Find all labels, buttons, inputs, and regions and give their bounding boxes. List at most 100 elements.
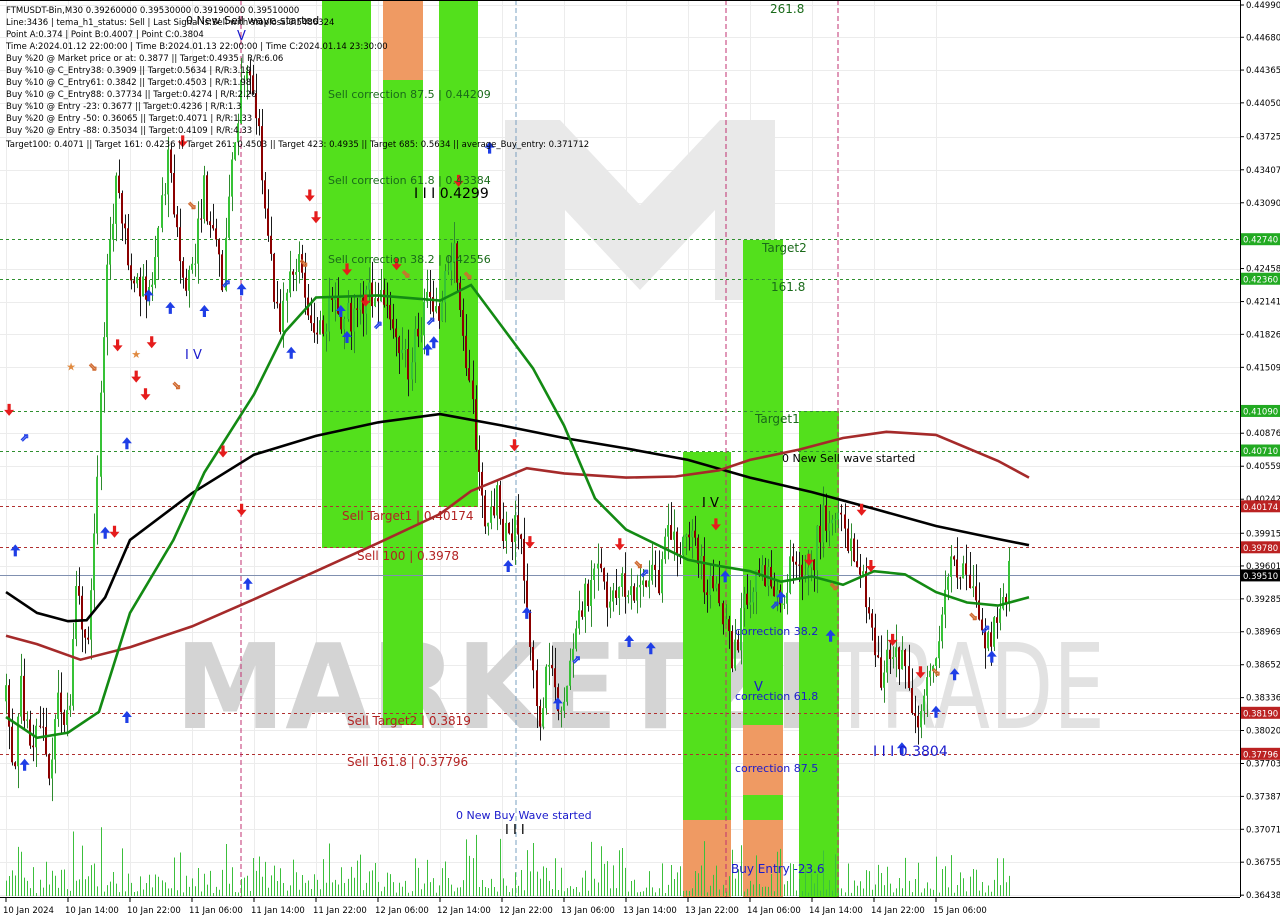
candle-body — [356, 308, 358, 310]
candle-body — [167, 149, 169, 195]
x-tick-label: 13 Jan 06:00 — [561, 906, 615, 916]
candle-body — [100, 392, 102, 477]
candle-body — [493, 506, 495, 516]
candle-body — [941, 614, 943, 642]
candle-body — [468, 368, 470, 381]
candle-body — [911, 688, 913, 714]
candle-body — [395, 328, 397, 338]
candle-body — [54, 719, 56, 760]
candle-body — [325, 331, 327, 334]
candle-body — [712, 575, 714, 589]
candle-body — [880, 657, 882, 688]
price-tag-label: 0.39780 — [1243, 544, 1278, 554]
y-tick-label: 0.38336 — [1246, 694, 1280, 704]
candle-body — [539, 706, 541, 727]
x-tick-label: 10 Jan 14:00 — [65, 906, 119, 916]
candle-body — [472, 380, 474, 400]
x-tick-label: 14 Jan 22:00 — [871, 906, 925, 916]
candle-body — [72, 639, 74, 706]
candle-body — [651, 564, 653, 581]
candle-body — [1005, 597, 1007, 603]
candle-body — [868, 607, 870, 614]
candle-body — [51, 759, 53, 779]
candle-body — [898, 647, 900, 670]
candle-body — [310, 315, 312, 324]
y-tick-label: 0.37387 — [1246, 792, 1280, 802]
hollow-up-icon: ⇗ — [572, 653, 581, 666]
candle-body — [566, 685, 568, 702]
star-icon: ★ — [66, 360, 76, 373]
candle-body — [191, 263, 193, 270]
x-tick-label: 11 Jan 06:00 — [189, 906, 243, 916]
candle-body — [734, 639, 736, 669]
candle-body — [84, 629, 86, 638]
candle-body — [636, 587, 638, 601]
candle-body — [511, 533, 513, 543]
candle-body — [115, 175, 117, 224]
candle-body — [490, 506, 492, 523]
candle-body — [722, 603, 724, 625]
candle-body — [658, 569, 660, 594]
y-tick-label: 0.41509 — [1246, 363, 1280, 373]
candle-body — [959, 577, 961, 579]
candle-body — [953, 556, 955, 560]
candle-body — [969, 574, 971, 589]
trading-chart[interactable]: MARKETZI TRADE ★ ★ ⇗ ⇗ ⇗ ⇗ ⇗ ⇗ ⇗ ⇗ ⇘ ⇘ ⇘ ⇘ ⇘ ⇘ ⇘ ⇘ ⇘ ⇘ Sell… — [0, 0, 1280, 920]
candle-body — [877, 655, 879, 658]
zone-label: Sell 100 | 0.3978 — [357, 549, 459, 563]
candle-body — [438, 306, 440, 321]
candle-body — [956, 559, 958, 578]
chart-canvas[interactable]: MARKETZI TRADE ★★⇗⇗⇗ ⇗⇗⇗⇗⇗⇘⇘⇘⇘⇘ ⇘⇘⇘⇘⇘ Sell… — [0, 0, 1280, 920]
zone-label: Target2 — [761, 241, 807, 255]
candle-body — [313, 323, 315, 333]
candle-body — [96, 476, 98, 534]
y-tick-label: 0.40876 — [1246, 429, 1280, 439]
candle-body — [164, 194, 166, 196]
candle-body — [526, 580, 528, 612]
candle-body — [78, 586, 80, 596]
annotation: 0 New Sell wave started — [782, 452, 915, 465]
candle-body — [792, 556, 794, 562]
annotation: I V — [702, 496, 719, 511]
candle-body — [188, 269, 190, 291]
candle-body — [950, 556, 952, 577]
candle-body — [481, 471, 483, 496]
candle-body — [612, 590, 614, 602]
candle-body — [844, 514, 846, 529]
info-line: Time A:2024.01.12 22:00:00 | Time B:2024… — [5, 42, 388, 52]
info-line: Line:3436 | tema_h1_status: Sell | Last … — [6, 18, 334, 28]
candle-body — [151, 284, 153, 288]
candle-body — [505, 522, 507, 541]
info-line: Buy %20 @ Entry -88: 0.35034 || Target:0… — [6, 126, 252, 136]
candle-body — [270, 235, 272, 254]
candle-body — [157, 227, 159, 258]
candle-body — [551, 664, 553, 669]
x-tick-label: 14 Jan 14:00 — [809, 906, 863, 916]
candle-body — [548, 664, 550, 667]
candle-body — [685, 534, 687, 537]
candle-body — [520, 534, 522, 539]
x-tick-label: 14 Jan 06:00 — [747, 906, 801, 916]
candle-body — [499, 485, 501, 519]
candle-body — [282, 300, 284, 332]
y-tick-label: 0.38020 — [1246, 726, 1280, 736]
candle-body — [57, 692, 59, 720]
candle-body — [276, 301, 278, 304]
candle-body — [661, 559, 663, 594]
hollow-up-icon: ⇗ — [20, 431, 29, 444]
candle-body — [676, 531, 678, 554]
candle-body — [154, 257, 156, 285]
candle-body — [93, 533, 95, 591]
candle-body — [926, 677, 928, 696]
y-tick-label: 0.43725 — [1246, 133, 1280, 143]
candle-body — [130, 265, 132, 281]
candle-body — [200, 218, 202, 220]
candle-body — [197, 218, 199, 264]
candle-body — [343, 319, 345, 330]
candle-body — [837, 512, 839, 520]
watermark-right: TRADE — [829, 618, 1105, 756]
candle-body — [14, 762, 16, 767]
info-line: FTMUSDT-Bin,M30 0.39260000 0.39530000 0.… — [6, 6, 299, 16]
candle-body — [465, 335, 467, 369]
candle-body — [359, 297, 361, 310]
